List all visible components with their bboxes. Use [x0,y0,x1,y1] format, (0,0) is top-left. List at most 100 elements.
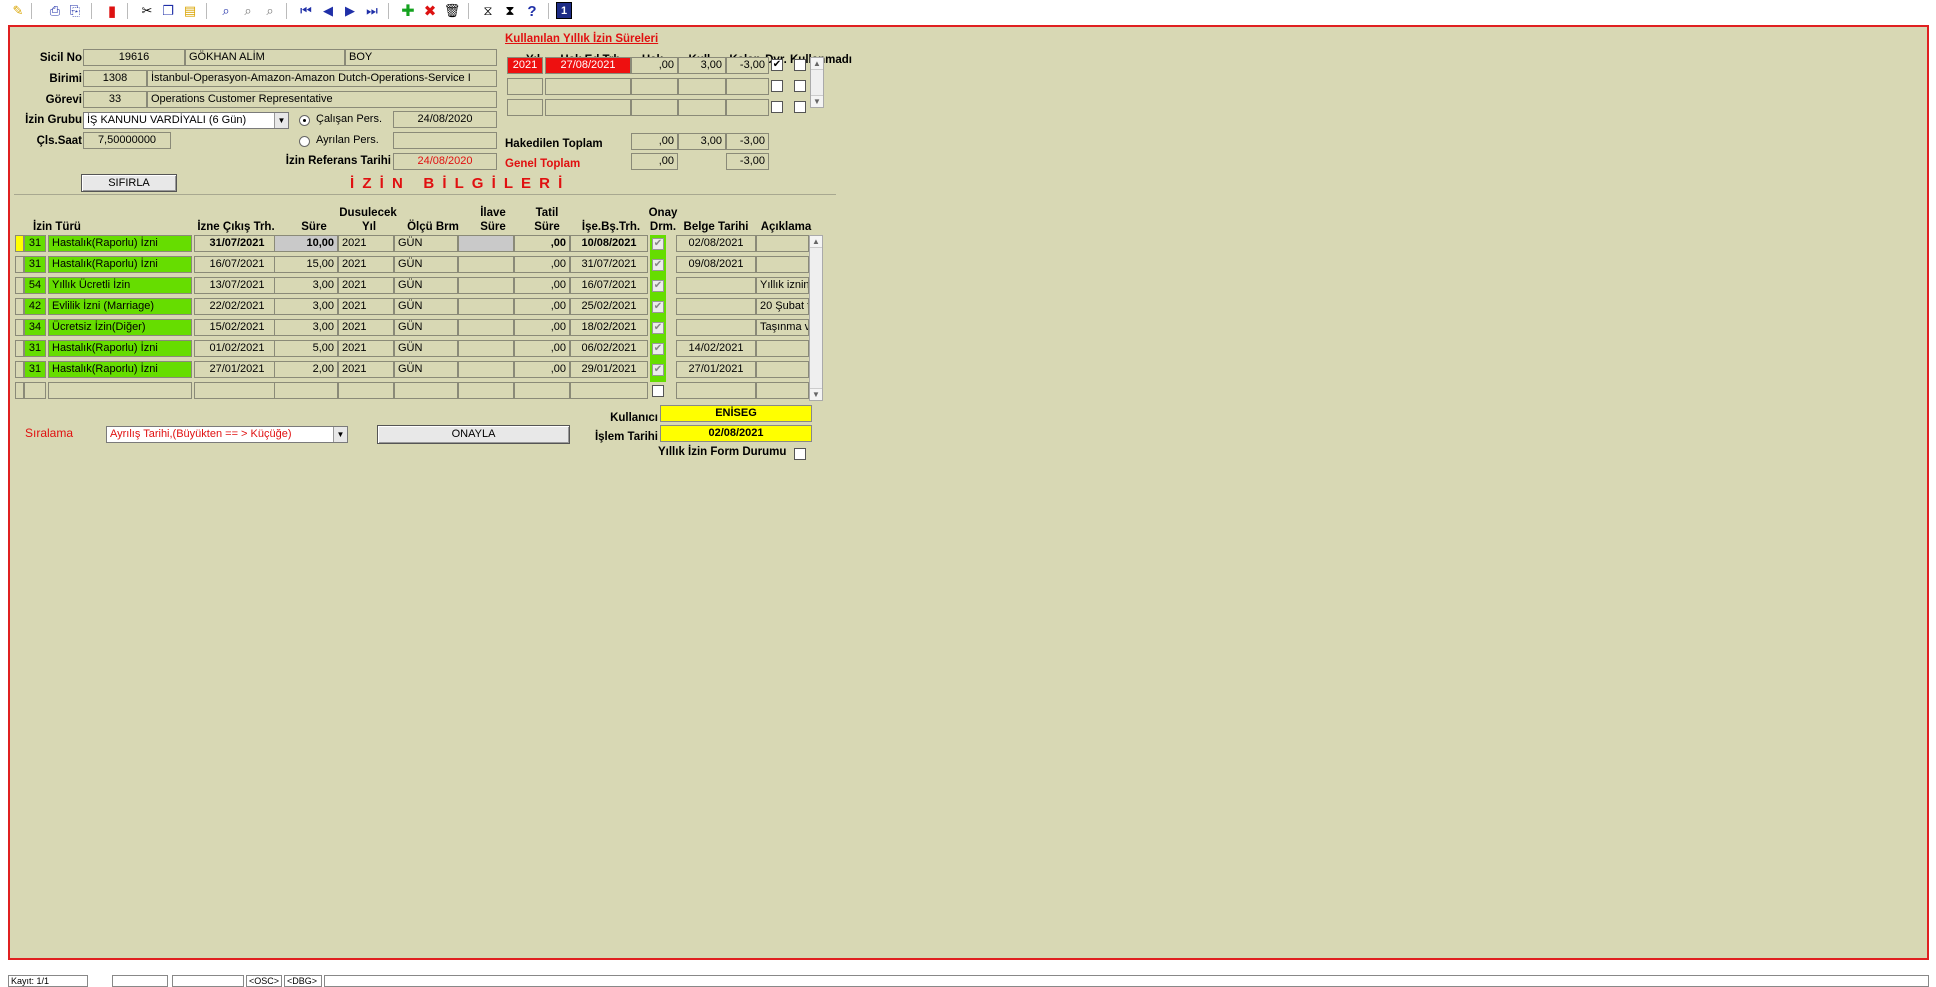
leave-cell-tatil[interactable]: ,00 [514,277,570,294]
leave-cell-ilave[interactable] [458,382,514,399]
leave-cell-yil[interactable]: 2021 [338,319,394,336]
find-icon[interactable]: ⌕ [216,2,236,20]
leave-cell-aciklama[interactable] [756,340,809,357]
row-selector[interactable] [15,340,24,357]
leave-cell-yil[interactable]: 2021 [338,361,394,378]
leave-cell-tatil[interactable] [514,382,570,399]
row-selector[interactable] [15,382,24,399]
annual-scrollbar[interactable]: ▲ ▼ [810,57,824,108]
leave-cell-ilave[interactable] [458,277,514,294]
leave-cell-code[interactable] [24,382,46,399]
annual-cell-yil[interactable] [507,99,543,116]
leave-cell-isebas[interactable] [570,382,648,399]
leave-cell-tatil[interactable]: ,00 [514,256,570,273]
leave-cell-type[interactable]: Ücretsiz İzin(Diğer) [48,319,192,336]
leave-cell-type[interactable]: Hastalık(Raporlu) İzni [48,256,192,273]
leave-cell-ilave[interactable] [458,235,514,252]
leave-cell-aciklama[interactable] [756,235,809,252]
izin-grubu-combobox[interactable]: İŞ KANUNU VARDİYALI (6 Gün) ▼ [83,112,289,129]
onayla-button[interactable]: ONAYLA [377,425,570,444]
leave-cell-olcu[interactable]: GÜN [394,235,458,252]
leave-cell-sure[interactable]: 10,00 [274,235,338,252]
cls-saat-field[interactable]: 7,50000000 [83,132,171,149]
clear-filter-icon[interactable]: ⧗ [500,2,520,20]
dvr-checkbox[interactable]: ✔ [771,59,783,71]
leave-cell-olcu[interactable]: GÜN [394,319,458,336]
approval-checkbox[interactable]: ✔ [652,280,664,292]
leave-cell-type[interactable]: Hastalık(Raporlu) İzni [48,361,192,378]
leave-cell-code[interactable]: 42 [24,298,46,315]
scroll-down-icon[interactable]: ▼ [810,388,822,400]
cut-icon[interactable]: ✂ [137,2,157,20]
annual-cell-kull[interactable] [678,78,726,95]
scroll-up-icon[interactable]: ▲ [811,58,823,70]
leave-cell-olcu[interactable]: GÜN [394,277,458,294]
leave-cell-yil[interactable]: 2021 [338,235,394,252]
approval-checkbox[interactable] [652,385,664,397]
paste-icon[interactable]: ▤ [180,2,200,20]
annual-cell-hak[interactable]: ,00 [631,57,678,74]
leave-cell-yil[interactable] [338,382,394,399]
leave-cell-belge[interactable] [676,298,756,315]
leave-cell-cikis[interactable]: 16/07/2021 [194,256,280,273]
leave-cell-sure[interactable]: 5,00 [274,340,338,357]
approval-checkbox[interactable]: ✔ [652,322,664,334]
leave-cell-ilave[interactable] [458,256,514,273]
kullanmadi-checkbox[interactable] [794,59,806,71]
leave-cell-cikis[interactable]: 22/02/2021 [194,298,280,315]
leave-cell-sure[interactable]: 2,00 [274,361,338,378]
next-record-icon[interactable]: ▶ [340,2,360,20]
leave-cell-isebas[interactable]: 16/07/2021 [570,277,648,294]
leave-cell-ilave[interactable] [458,340,514,357]
calisan-date-field[interactable]: 24/08/2020 [393,111,497,128]
leave-cell-aciklama[interactable]: Yıllık iznin [756,277,809,294]
leave-cell-code[interactable]: 31 [24,235,46,252]
leave-cell-isebas[interactable]: 25/02/2021 [570,298,648,315]
annual-cell-yil[interactable] [507,78,543,95]
leave-cell-ilave[interactable] [458,298,514,315]
leave-cell-olcu[interactable]: GÜN [394,361,458,378]
leave-cell-sure[interactable]: 3,00 [274,319,338,336]
approval-checkbox[interactable]: ✔ [652,238,664,250]
chevron-down-icon[interactable]: ▼ [333,427,347,442]
sicil-no-field[interactable]: 19616 [83,49,185,66]
leave-cell-olcu[interactable]: GÜN [394,298,458,315]
leave-cell-olcu[interactable]: GÜN [394,340,458,357]
last-record-icon[interactable]: ⏭ [362,2,382,20]
delete-record-icon[interactable]: ✖ [420,2,440,20]
annual-cell-yil[interactable]: 2021 [507,57,543,74]
filter-icon[interactable]: ⧖ [478,2,498,20]
annual-cell-hak-ed[interactable] [545,99,631,116]
find-next-icon[interactable]: ⌕ [238,2,258,20]
leave-cell-ilave[interactable] [458,319,514,336]
leave-cell-ilave[interactable] [458,361,514,378]
leave-cell-tatil[interactable]: ,00 [514,361,570,378]
leave-cell-cikis[interactable]: 15/02/2021 [194,319,280,336]
leave-cell-sure[interactable]: 3,00 [274,298,338,315]
leave-cell-type[interactable] [48,382,192,399]
leave-cell-tatil[interactable]: ,00 [514,340,570,357]
leave-cell-yil[interactable]: 2021 [338,298,394,315]
leave-cell-yil[interactable]: 2021 [338,277,394,294]
leave-cell-belge[interactable]: 14/02/2021 [676,340,756,357]
leave-cell-sure[interactable]: 3,00 [274,277,338,294]
birim-name-field[interactable]: İstanbul-Operasyon-Amazon-Amazon Dutch-O… [147,70,497,87]
leave-cell-aciklama[interactable]: Taşınma v [756,319,809,336]
approval-checkbox[interactable]: ✔ [652,364,664,376]
leave-cell-type[interactable]: Hastalık(Raporlu) İzni [48,235,192,252]
employee-name-extra-field[interactable]: BOY [345,49,497,66]
add-record-icon[interactable]: ✚ [398,2,418,20]
annual-cell-kalan[interactable] [726,99,769,116]
dvr-checkbox[interactable] [771,80,783,92]
leave-scrollbar[interactable]: ▲ ▼ [809,235,823,401]
leave-cell-belge[interactable]: 27/01/2021 [676,361,756,378]
annual-cell-kull[interactable]: 3,00 [678,57,726,74]
gorev-code-field[interactable]: 33 [83,91,147,108]
leave-cell-isebas[interactable]: 31/07/2021 [570,256,648,273]
exit-door-icon[interactable]: ▮ [102,2,122,20]
row-selector[interactable] [15,256,24,273]
leave-cell-isebas[interactable]: 18/02/2021 [570,319,648,336]
leave-cell-belge[interactable]: 09/08/2021 [676,256,756,273]
leave-cell-type[interactable]: Evlilik İzni (Marriage) [48,298,192,315]
leave-cell-aciklama[interactable] [756,256,809,273]
